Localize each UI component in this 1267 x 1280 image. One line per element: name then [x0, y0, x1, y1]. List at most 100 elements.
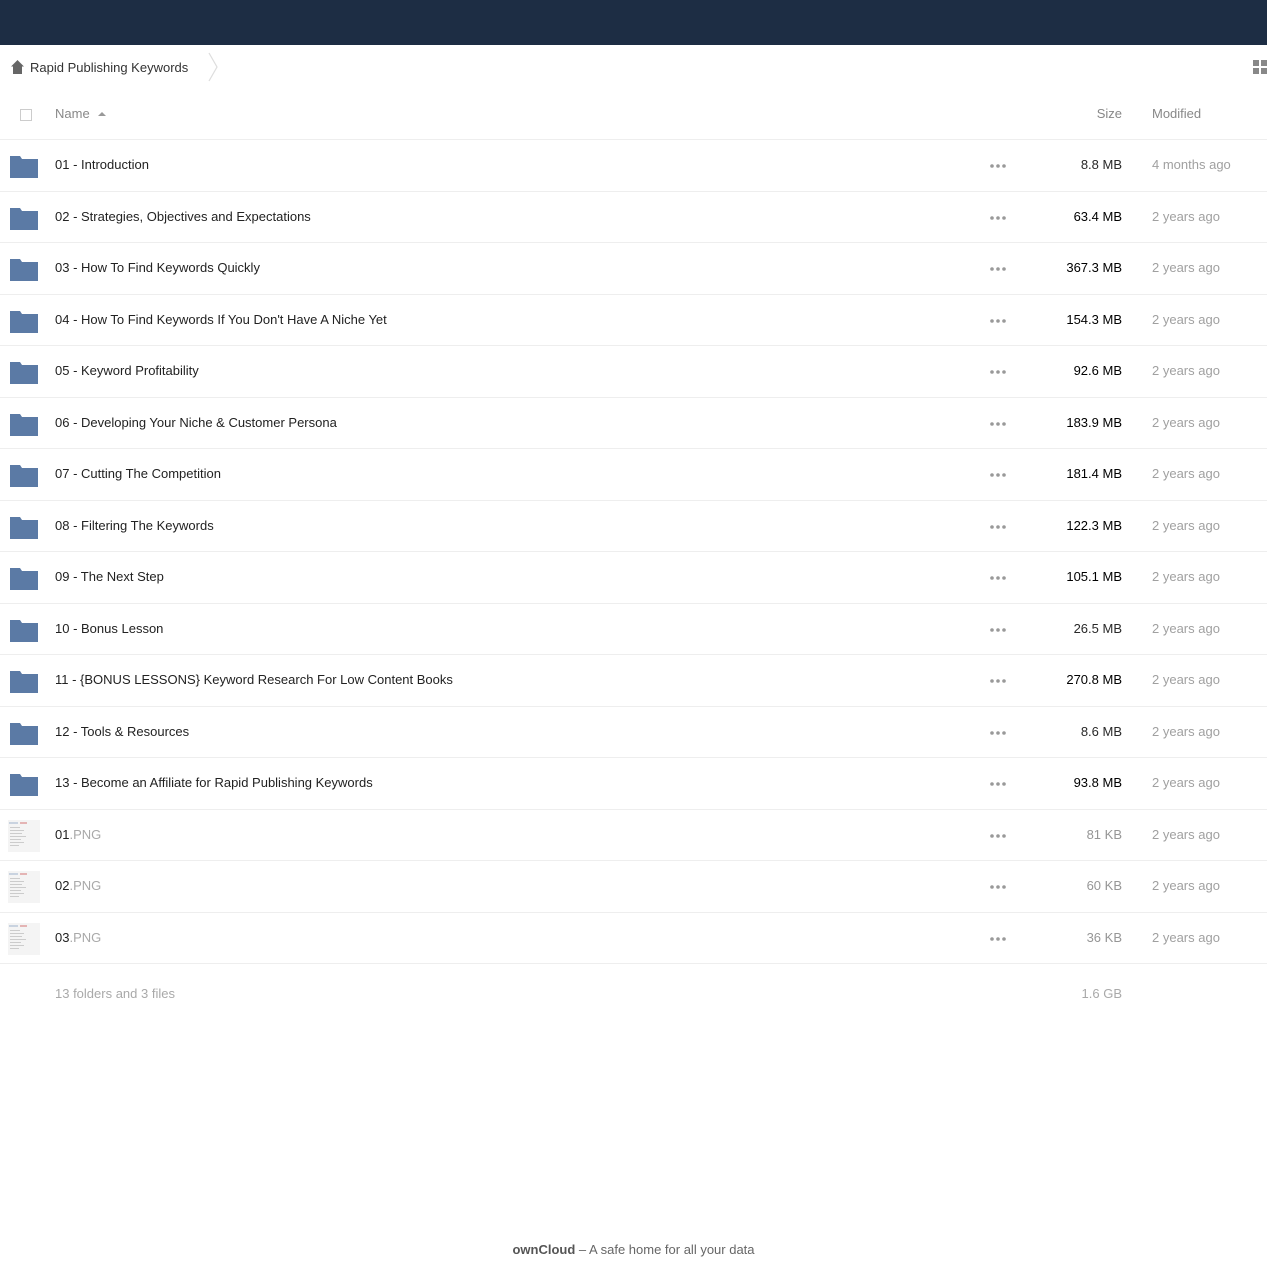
- file-name[interactable]: 04 - How To Find Keywords If You Don't H…: [55, 312, 387, 327]
- folder-row[interactable]: 12 - Tools & Resources 8.6 MB 2 years ag…: [0, 707, 1267, 758]
- file-name[interactable]: 02 - Strategies, Objectives and Expectat…: [55, 209, 311, 224]
- file-list: 01 - Introduction 8.8 MB 4 months ago 02…: [0, 140, 1267, 964]
- more-actions-icon[interactable]: [988, 776, 1008, 792]
- folder-row[interactable]: 04 - How To Find Keywords If You Don't H…: [0, 295, 1267, 346]
- more-actions-icon[interactable]: [988, 622, 1008, 638]
- image-thumbnail-icon: [8, 922, 40, 955]
- file-modified: 2 years ago: [1152, 208, 1220, 224]
- file-basename: 06 - Developing Your Niche & Customer Pe…: [55, 414, 337, 430]
- file-size: 26.5 MB: [1073, 620, 1122, 636]
- column-header-name[interactable]: Name: [55, 106, 106, 121]
- file-basename: 04 - How To Find Keywords If You Don't H…: [55, 311, 387, 327]
- file-size: 60 KB: [1086, 878, 1122, 893]
- folder-icon: [10, 774, 38, 796]
- folder-row[interactable]: 01 - Introduction 8.8 MB 4 months ago: [0, 140, 1267, 192]
- file-name[interactable]: 13 - Become an Affiliate for Rapid Publi…: [55, 775, 373, 790]
- footer-tagline: – A safe home for all your data: [575, 1242, 755, 1257]
- folder-row[interactable]: 02 - Strategies, Objectives and Expectat…: [0, 192, 1267, 243]
- file-basename: 05 - Keyword Profitability: [55, 363, 199, 378]
- image-thumbnail-icon: [8, 871, 40, 903]
- select-all-checkbox[interactable]: [20, 109, 32, 121]
- file-modified: 2 years ago: [1152, 466, 1220, 481]
- file-basename: 09 - The Next Step: [55, 569, 164, 584]
- file-name[interactable]: 03 - How To Find Keywords Quickly: [55, 260, 260, 275]
- file-size: 93.8 MB: [1073, 775, 1122, 790]
- file-row[interactable]: 02.PNG 60 KB 2 years ago: [0, 861, 1267, 913]
- more-actions-icon[interactable]: [988, 879, 1008, 895]
- file-basename: 01 - Introduction: [55, 157, 149, 172]
- file-modified: 2 years ago: [1152, 878, 1220, 893]
- grid-view-icon[interactable]: [1253, 60, 1267, 74]
- home-icon: [11, 60, 24, 74]
- file-basename: 08 - Filtering The Keywords: [55, 517, 214, 533]
- footer-brand[interactable]: ownCloud: [512, 1242, 575, 1257]
- file-row[interactable]: 01.PNG 81 KB 2 years ago: [0, 810, 1267, 861]
- more-actions-icon[interactable]: [988, 313, 1008, 329]
- file-modified: 2 years ago: [1152, 363, 1220, 378]
- file-name[interactable]: 09 - The Next Step: [55, 569, 164, 584]
- breadcrumb-home[interactable]: Rapid Publishing Keywords: [10, 57, 188, 77]
- file-name[interactable]: 10 - Bonus Lesson: [55, 621, 163, 636]
- more-actions-icon[interactable]: [988, 725, 1008, 741]
- file-basename: 03: [55, 929, 70, 945]
- folder-icon: [10, 568, 38, 590]
- file-modified: 2 years ago: [1152, 723, 1220, 739]
- file-name[interactable]: 11 - {BONUS LESSONS} Keyword Research Fo…: [55, 672, 453, 687]
- file-name[interactable]: 02.PNG: [55, 878, 101, 893]
- file-name[interactable]: 01.PNG: [55, 827, 101, 842]
- more-actions-icon[interactable]: [988, 416, 1008, 432]
- file-list-header: Name Size Modified: [0, 89, 1267, 140]
- file-size: 8.6 MB: [1080, 723, 1122, 739]
- folder-row[interactable]: 07 - Cutting The Competition 181.4 MB 2 …: [0, 449, 1267, 501]
- more-actions-icon[interactable]: [988, 364, 1008, 380]
- folder-row[interactable]: 03 - How To Find Keywords Quickly 367.3 …: [0, 243, 1267, 295]
- folder-row[interactable]: 06 - Developing Your Niche & Customer Pe…: [0, 398, 1267, 449]
- file-basename: 12 - Tools & Resources: [55, 723, 190, 739]
- file-modified: 2 years ago: [1152, 620, 1220, 636]
- file-size: 367.3 MB: [1066, 260, 1122, 275]
- file-extension: .PNG: [69, 826, 102, 842]
- file-name[interactable]: 12 - Tools & Resources: [55, 724, 189, 739]
- column-name-label: Name: [55, 106, 90, 121]
- file-name[interactable]: 08 - Filtering The Keywords: [55, 518, 214, 533]
- folder-row[interactable]: 13 - Become an Affiliate for Rapid Publi…: [0, 758, 1267, 810]
- file-size: 105.1 MB: [1066, 569, 1122, 584]
- folder-icon: [10, 207, 38, 230]
- file-name[interactable]: 03.PNG: [55, 930, 101, 945]
- file-size: 154.3 MB: [1066, 311, 1122, 327]
- file-name[interactable]: 01 - Introduction: [55, 157, 149, 172]
- more-actions-icon[interactable]: [988, 519, 1008, 535]
- more-actions-icon[interactable]: [988, 828, 1008, 844]
- file-modified: 2 years ago: [1152, 569, 1220, 584]
- folder-row[interactable]: 10 - Bonus Lesson 26.5 MB 2 years ago: [0, 604, 1267, 655]
- more-actions-icon[interactable]: [988, 158, 1008, 174]
- more-actions-icon[interactable]: [988, 467, 1008, 483]
- file-extension: .PNG: [69, 929, 102, 945]
- more-actions-icon[interactable]: [988, 931, 1008, 947]
- column-header-size[interactable]: Size: [1097, 106, 1122, 121]
- file-row[interactable]: 03.PNG 36 KB 2 years ago: [0, 913, 1267, 964]
- folder-icon: [10, 516, 38, 539]
- file-basename: 03 - How To Find Keywords Quickly: [55, 260, 260, 275]
- more-actions-icon[interactable]: [988, 261, 1008, 277]
- folder-icon: [10, 722, 38, 745]
- column-header-modified[interactable]: Modified: [1152, 106, 1201, 121]
- folder-row[interactable]: 05 - Keyword Profitability 92.6 MB 2 yea…: [0, 346, 1267, 398]
- file-basename: 13 - Become an Affiliate for Rapid Publi…: [55, 775, 373, 790]
- file-modified: 2 years ago: [1152, 929, 1220, 945]
- more-actions-icon[interactable]: [988, 673, 1008, 689]
- file-modified: 2 years ago: [1152, 775, 1220, 790]
- more-actions-icon[interactable]: [988, 210, 1008, 226]
- folder-icon: [10, 671, 38, 693]
- breadcrumb: Rapid Publishing Keywords: [0, 45, 1267, 89]
- file-size: 63.4 MB: [1073, 208, 1122, 224]
- folder-row[interactable]: 11 - {BONUS LESSONS} Keyword Research Fo…: [0, 655, 1267, 707]
- file-name[interactable]: 06 - Developing Your Niche & Customer Pe…: [55, 415, 337, 430]
- file-size: 122.3 MB: [1066, 517, 1122, 533]
- file-name[interactable]: 05 - Keyword Profitability: [55, 363, 199, 378]
- file-name[interactable]: 07 - Cutting The Competition: [55, 466, 221, 481]
- file-size: 8.8 MB: [1080, 157, 1122, 172]
- folder-row[interactable]: 09 - The Next Step 105.1 MB 2 years ago: [0, 552, 1267, 604]
- folder-row[interactable]: 08 - Filtering The Keywords 122.3 MB 2 y…: [0, 501, 1267, 552]
- more-actions-icon[interactable]: [988, 570, 1008, 586]
